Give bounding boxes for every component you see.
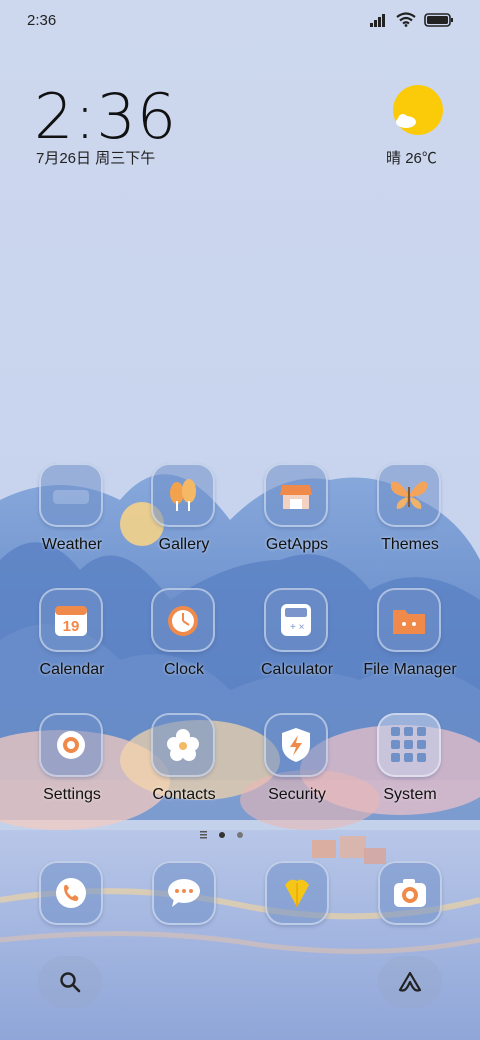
status-icons [370, 12, 454, 27]
app-label: Gallery [158, 536, 210, 553]
app-label: Security [268, 786, 326, 803]
app-contacts[interactable]: Contacts [129, 713, 239, 813]
themes-app-icon [377, 463, 441, 527]
calendar-app-icon: 19 [39, 588, 103, 652]
home-list-icon [200, 831, 207, 839]
weather-app-icon [39, 463, 103, 527]
sunny-weather-icon[interactable] [392, 84, 444, 136]
status-bar: 2:36 [0, 0, 480, 40]
home-screen: 2:36 2:36 7月26日 周三下午 晴 26℃ Weather Galle… [0, 0, 480, 1040]
app-label: File Manager [363, 661, 457, 678]
app-label: Clock [163, 661, 204, 678]
security-app-icon [264, 713, 328, 777]
app-weather[interactable]: Weather [17, 463, 127, 563]
contacts-app-icon [151, 713, 215, 777]
clock-app-icon [151, 588, 215, 652]
messages-app-icon[interactable] [152, 861, 216, 925]
search-icon [60, 972, 81, 993]
weather-temperature: 26℃ [405, 150, 437, 167]
app-label: System [383, 786, 437, 803]
browser-app-icon[interactable] [265, 861, 329, 925]
wifi-icon [396, 12, 416, 27]
app-label: Settings [43, 786, 101, 803]
search-button[interactable] [38, 956, 102, 1008]
gallery-app-icon [151, 463, 215, 527]
app-gallery[interactable]: Gallery [129, 463, 239, 563]
weather-condition: 晴 [386, 150, 402, 167]
phone-app-icon[interactable] [39, 861, 103, 925]
file-manager-app-icon [377, 588, 441, 652]
app-label: GetApps [265, 536, 329, 553]
app-label: Weather [41, 536, 103, 553]
app-calculator[interactable]: + × Calculator [242, 588, 352, 688]
app-label: Contacts [152, 786, 216, 803]
clock-widget-time[interactable]: 2:36 [34, 80, 177, 153]
calendar-date-text: 19 [63, 618, 80, 635]
app-settings[interactable]: Settings [17, 713, 127, 813]
calculator-app-icon: + × [264, 588, 328, 652]
app-clock[interactable]: Clock [129, 588, 239, 688]
app-getapps[interactable]: GetApps [242, 463, 352, 563]
settings-app-icon [39, 713, 103, 777]
page-indicator[interactable] [200, 829, 250, 841]
signal-icon [370, 13, 385, 27]
getapps-app-icon [264, 463, 328, 527]
app-label: Calculator [260, 661, 334, 678]
clock-widget-date: 7月26日 周三下午 [36, 150, 156, 167]
app-label: Themes [381, 536, 439, 553]
assistant-button[interactable] [378, 956, 442, 1008]
app-themes[interactable]: Themes [355, 463, 465, 563]
status-time: 2:36 [27, 12, 57, 29]
svg-text:+ ×: + × [290, 622, 305, 633]
system-folder-icon [377, 713, 441, 777]
app-label: Calendar [39, 661, 105, 678]
app-file-manager[interactable]: File Manager [355, 588, 465, 688]
assistant-icon [398, 971, 422, 992]
battery-icon [424, 12, 453, 27]
app-calendar[interactable]: 19 Calendar [17, 588, 127, 688]
app-system-folder[interactable]: System [355, 713, 465, 813]
app-security[interactable]: Security [242, 713, 352, 813]
camera-app-icon[interactable] [378, 861, 442, 925]
weather-widget-text[interactable]: 晴 26℃ [386, 147, 437, 168]
